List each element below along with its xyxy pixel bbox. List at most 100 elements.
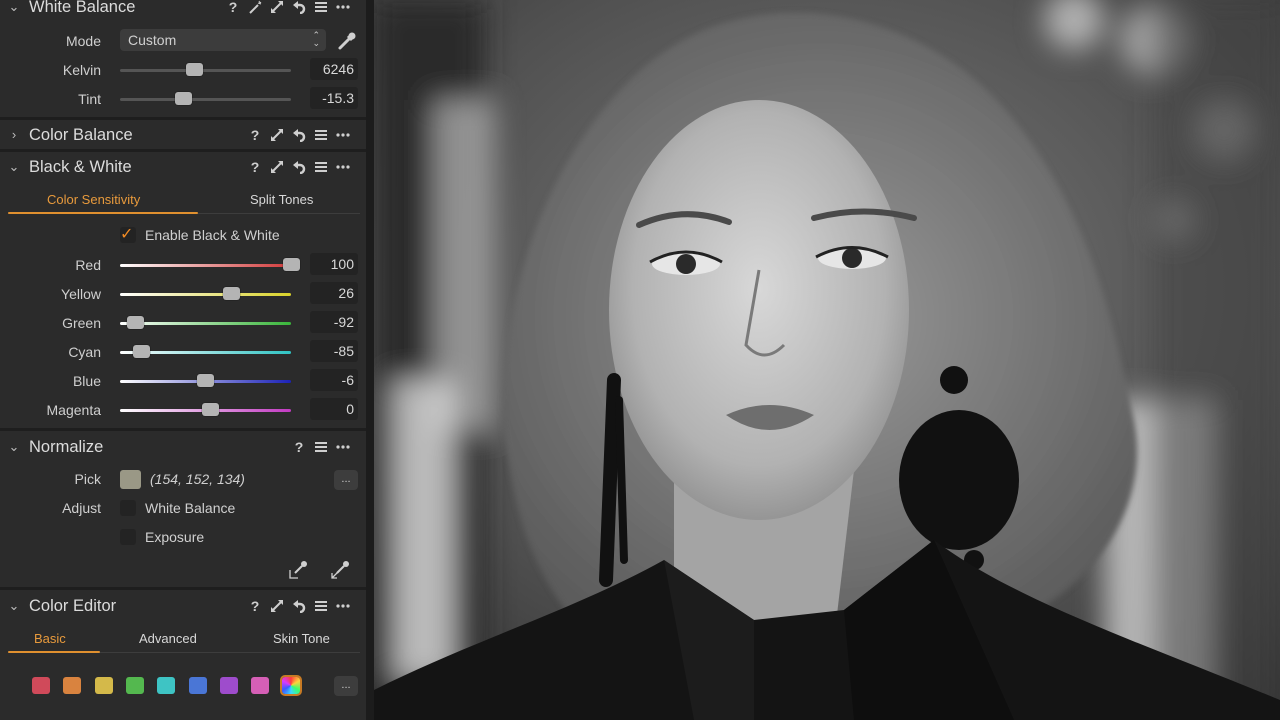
color-editor-header[interactable]: ⌄ Color Editor ?	[0, 592, 366, 620]
bw-slider-value[interactable]: -85	[310, 340, 358, 362]
reset-icon[interactable]	[288, 595, 310, 617]
bw-slider-yellow[interactable]	[120, 287, 291, 300]
header-icons: ?	[244, 153, 354, 181]
portrait-image	[374, 0, 1280, 720]
color-chip-purple[interactable]	[219, 677, 238, 694]
chevron-down-icon[interactable]: ⌄	[8, 0, 20, 13]
black-white-header[interactable]: ⌄ Black & White ?	[0, 153, 366, 181]
kelvin-slider[interactable]	[120, 63, 291, 76]
kelvin-value[interactable]: 6246	[310, 58, 358, 80]
menu-icon[interactable]	[310, 436, 332, 458]
help-icon[interactable]: ?	[244, 124, 266, 146]
tint-slider-thumb[interactable]	[175, 92, 193, 105]
more-icon[interactable]	[332, 156, 354, 178]
apply-eyedropper-icon[interactable]	[330, 558, 352, 580]
tint-slider[interactable]	[120, 92, 291, 105]
tab-split-tones[interactable]: Split Tones	[250, 192, 313, 207]
tab-color-sensitivity[interactable]: Color Sensitivity	[47, 192, 140, 207]
bw-slider-cyan[interactable]	[120, 345, 291, 358]
chevron-down-icon[interactable]: ⌄	[8, 160, 20, 173]
more-icon[interactable]	[332, 595, 354, 617]
adjust-white-balance-row: Adjust White Balance	[0, 494, 366, 523]
bw-slider-value[interactable]: 0	[310, 398, 358, 420]
help-icon[interactable]: ?	[288, 436, 310, 458]
normalize-tool: ⌄ Normalize ? Pick (154, 152, 134) ... A…	[0, 431, 366, 587]
chevron-down-icon[interactable]: ⌄	[8, 440, 20, 453]
image-viewer[interactable]	[374, 0, 1280, 720]
tab-skin-tone[interactable]: Skin Tone	[273, 631, 330, 646]
more-icon[interactable]	[332, 124, 354, 146]
menu-icon[interactable]	[310, 156, 332, 178]
menu-icon[interactable]	[310, 124, 332, 146]
enable-bw-row: ✓ Enable Black & White	[0, 222, 366, 251]
tint-value[interactable]: -15.3	[310, 87, 358, 109]
kelvin-slider-thumb[interactable]	[185, 63, 203, 76]
slider-thumb[interactable]	[196, 374, 214, 387]
adjust-label: Adjust	[62, 500, 101, 516]
expand-icon[interactable]	[266, 0, 288, 18]
pick-more-button[interactable]: ...	[334, 470, 358, 490]
slider-thumb[interactable]	[283, 258, 300, 271]
header-icons: ?	[244, 121, 354, 149]
exposure-checkbox[interactable]	[120, 529, 136, 545]
mode-label: Mode	[65, 33, 101, 49]
bw-slider-red[interactable]	[120, 258, 300, 271]
bw-slider-magenta[interactable]	[120, 403, 291, 416]
help-icon[interactable]: ?	[244, 156, 266, 178]
help-icon[interactable]: ?	[222, 0, 244, 18]
bw-slider-row-magenta: Magenta 0	[0, 396, 366, 425]
help-icon[interactable]: ?	[244, 595, 266, 617]
white-balance-checkbox[interactable]	[120, 500, 136, 516]
bw-slider-value[interactable]: 100	[310, 253, 358, 275]
white-balance-header[interactable]: ⌄ White Balance ?	[0, 0, 366, 21]
bw-slider-value[interactable]: 26	[310, 282, 358, 304]
color-chip-blue[interactable]	[188, 677, 207, 694]
bw-slider-label: Green	[62, 315, 101, 331]
enable-bw-checkbox[interactable]: ✓	[120, 226, 136, 243]
bw-slider-value[interactable]: -92	[310, 311, 358, 333]
expand-icon[interactable]	[266, 156, 288, 178]
reset-icon[interactable]	[288, 0, 310, 18]
bw-slider-green[interactable]	[120, 316, 291, 329]
menu-icon[interactable]	[310, 595, 332, 617]
more-icon[interactable]	[332, 436, 354, 458]
bw-tabs: Color Sensitivity Split Tones	[8, 186, 360, 214]
color-chip-magenta[interactable]	[251, 677, 270, 694]
pick-color-swatch[interactable]	[120, 470, 141, 489]
eyedropper-icon[interactable]	[336, 30, 358, 52]
normalize-header[interactable]: ⌄ Normalize ?	[0, 433, 366, 461]
slider-thumb[interactable]	[132, 345, 150, 358]
more-icon[interactable]	[332, 0, 354, 18]
color-chip-orange[interactable]	[63, 677, 82, 694]
black-white-tool: ⌄ Black & White ? Color Sensitivity Spli…	[0, 152, 366, 428]
color-chip-all-colors[interactable]	[280, 675, 303, 696]
enable-bw-label: Enable Black & White	[145, 227, 280, 243]
pick-value: (154, 152, 134)	[150, 471, 245, 487]
menu-icon[interactable]	[310, 0, 332, 18]
expand-icon[interactable]	[266, 124, 288, 146]
tab-basic[interactable]: Basic	[34, 631, 66, 646]
bw-slider-row-yellow: Yellow 26	[0, 280, 366, 309]
pick-target-eyedropper-icon[interactable]	[288, 558, 310, 580]
bw-slider-value[interactable]: -6	[310, 369, 358, 391]
color-chip-red[interactable]	[32, 677, 50, 694]
color-balance-header[interactable]: › Color Balance ?	[0, 121, 366, 149]
slider-thumb[interactable]	[127, 316, 145, 329]
reset-icon[interactable]	[288, 156, 310, 178]
bw-slider-label: Blue	[72, 373, 101, 389]
panel-divider[interactable]	[366, 0, 374, 720]
slider-thumb[interactable]	[222, 287, 240, 300]
reset-icon[interactable]	[288, 124, 310, 146]
tab-advanced[interactable]: Advanced	[139, 631, 197, 646]
color-editor-more-button[interactable]: ...	[334, 676, 358, 696]
expand-icon[interactable]	[266, 595, 288, 617]
color-chip-green[interactable]	[125, 677, 144, 694]
mode-select[interactable]: Custom ⌃ ⌄	[120, 29, 326, 51]
chevron-right-icon[interactable]: ›	[8, 128, 20, 141]
color-chip-cyan[interactable]	[157, 677, 176, 694]
bw-slider-blue[interactable]	[120, 374, 291, 387]
magic-wand-icon[interactable]	[244, 0, 266, 18]
color-chip-yellow[interactable]	[94, 677, 113, 694]
chevron-down-icon[interactable]: ⌄	[8, 599, 20, 612]
slider-thumb[interactable]	[201, 403, 219, 416]
